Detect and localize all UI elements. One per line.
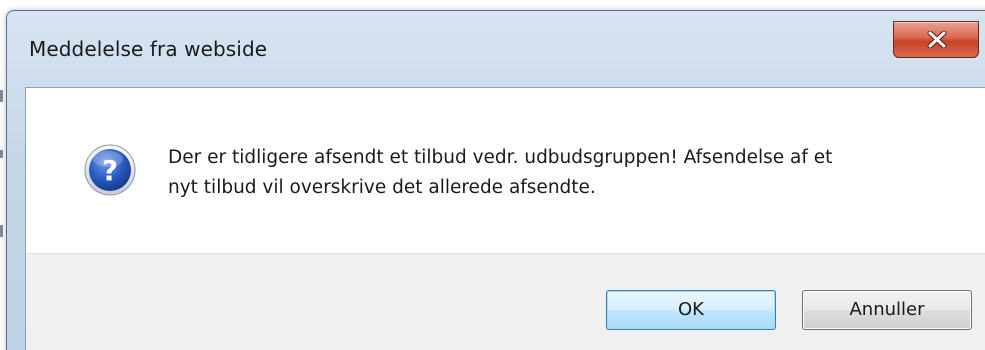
cancel-button[interactable]: Annuller — [802, 290, 972, 330]
question-icon: ? — [84, 144, 136, 196]
close-icon — [927, 31, 947, 48]
message-dialog: Meddelelse fra webside ? Der er tidliger… — [6, 10, 985, 350]
message-line: Der er tidligere afsendt et tilbud vedr.… — [168, 147, 833, 168]
close-button[interactable] — [893, 21, 979, 58]
dialog-titlebar[interactable]: Meddelelse fra webside — [7, 11, 985, 85]
message-area: ? Der er tidligere afsendt et tilbud ved… — [26, 88, 985, 253]
dialog-title: Meddelelse fra webside — [29, 37, 268, 61]
button-bar: OK Annuller — [26, 253, 985, 350]
background-edge — [0, 150, 3, 158]
background-edge — [0, 90, 3, 102]
svg-text:?: ? — [102, 154, 118, 187]
screen: Meddelelse fra webside ? Der er tidliger… — [0, 0, 985, 350]
message-text: Der er tidligere afsendt et tilbud vedr.… — [168, 143, 948, 203]
message-line: nyt tilbud vil overskrive det allerede a… — [168, 177, 596, 198]
ok-button[interactable]: OK — [606, 290, 776, 330]
background-edge — [0, 225, 3, 237]
dialog-body: ? Der er tidligere afsendt et tilbud ved… — [25, 87, 985, 350]
